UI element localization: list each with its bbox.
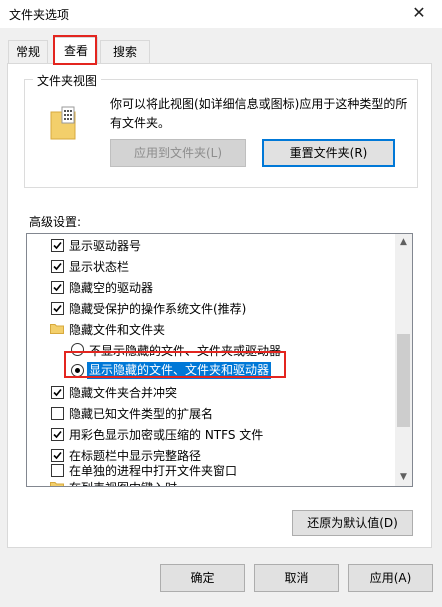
list-item[interactable]: 隐藏文件夹合并冲突	[27, 382, 395, 403]
checkbox[interactable]	[51, 386, 64, 399]
list-item-label: 隐藏受保护的操作系统文件(推荐)	[69, 302, 247, 316]
radio-button[interactable]	[71, 343, 84, 356]
list-item[interactable]: 隐藏受保护的操作系统文件(推荐)	[27, 298, 395, 319]
checkbox[interactable]	[51, 281, 64, 294]
title-bar: 文件夹选项 ✕	[0, 0, 442, 28]
list-item-label: 不显示隐藏的文件、文件夹或驱动器	[89, 344, 282, 358]
checkbox[interactable]	[51, 302, 64, 315]
checkbox[interactable]	[51, 239, 64, 252]
folder-views-title: 文件夹视图	[33, 72, 102, 89]
tab-search[interactable]: 搜索	[100, 40, 150, 63]
folder-icon	[50, 482, 64, 486]
list-item-label: 隐藏文件和文件夹	[69, 323, 166, 337]
tab-general[interactable]: 常规	[8, 40, 48, 63]
ok-button[interactable]: 确定	[160, 564, 245, 592]
list-item-label: 显示驱动器号	[69, 239, 142, 253]
folder-view-icon	[50, 106, 76, 140]
vertical-scrollbar[interactable]: ▲ ▼	[395, 234, 412, 486]
list-item-label: 显示隐藏的文件、文件夹和驱动器	[87, 362, 272, 379]
close-button[interactable]: ✕	[396, 0, 442, 28]
list-item-label: 用彩色显示加密或压缩的 NTFS 文件	[69, 428, 264, 442]
list-item: 在列表视图中键入时	[27, 477, 395, 486]
scroll-thumb[interactable]	[397, 334, 410, 427]
list-item-label: 隐藏空的驱动器	[69, 281, 154, 295]
scroll-up-icon[interactable]: ▲	[395, 234, 412, 251]
scroll-down-icon[interactable]: ▼	[395, 469, 412, 486]
list-item-label: 在列表视图中键入时	[69, 479, 177, 486]
radio-dot	[75, 368, 80, 373]
advanced-settings-label: 高级设置:	[29, 215, 82, 229]
checkbox[interactable]	[51, 428, 64, 441]
tab-view[interactable]: 查看	[54, 37, 98, 64]
list-item-label: 隐藏已知文件类型的扩展名	[69, 407, 214, 421]
tab-strip: 常规 查看 搜索	[0, 28, 442, 64]
list-item[interactable]: 显示驱动器号	[27, 235, 395, 256]
window-title: 文件夹选项	[9, 8, 70, 22]
apply-button[interactable]: 应用(A)	[348, 564, 433, 592]
list-item: 隐藏文件和文件夹	[27, 319, 395, 340]
radio-button[interactable]	[71, 364, 84, 377]
checkbox[interactable]	[51, 407, 64, 420]
advanced-settings-list[interactable]: 显示驱动器号 显示状态栏 隐藏空的驱动器 隐藏受保护的操作系统文件(推荐) 隐藏…	[26, 233, 413, 487]
checkbox[interactable]	[51, 464, 64, 477]
list-item[interactable]: 隐藏空的驱动器	[27, 277, 395, 298]
apply-to-folders-button[interactable]: 应用到文件夹(L)	[110, 139, 246, 167]
folder-views-description: 你可以将此视图(如详细信息或图标)应用于这种类型的所有文件夹。	[110, 97, 408, 130]
folder-icon	[50, 324, 64, 334]
checkbox[interactable]	[51, 260, 64, 273]
cancel-button[interactable]: 取消	[254, 564, 339, 592]
list-item[interactable]: 隐藏已知文件类型的扩展名	[27, 403, 395, 424]
reset-folders-button[interactable]: 重置文件夹(R)	[262, 139, 395, 167]
list-item[interactable]: 显示隐藏的文件、文件夹和驱动器	[27, 361, 395, 382]
list-item[interactable]: 用彩色显示加密或压缩的 NTFS 文件	[27, 424, 395, 445]
list-item-label: 隐藏文件夹合并冲突	[69, 386, 178, 400]
restore-defaults-button[interactable]: 还原为默认值(D)	[292, 510, 413, 536]
list-item[interactable]: 显示状态栏	[27, 256, 395, 277]
list-item-label: 显示状态栏	[69, 260, 130, 274]
list-item[interactable]: 不显示隐藏的文件、文件夹或驱动器	[27, 340, 395, 361]
